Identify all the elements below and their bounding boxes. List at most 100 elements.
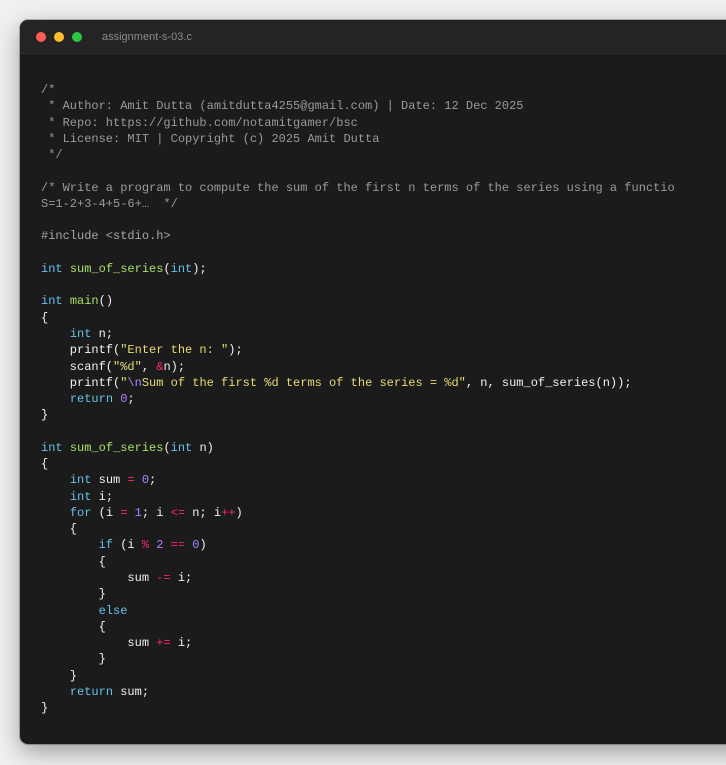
code-token: int <box>69 473 92 488</box>
code-line: int sum_of_series(int n) <box>41 440 726 456</box>
code-token: ++ <box>221 505 236 520</box>
code-line: * Repo: https://github.com/notamitgamer/… <box>41 115 726 131</box>
code-line: else <box>41 603 726 619</box>
code-line: sum += i; <box>41 635 726 651</box>
code-token: sum <box>41 636 157 651</box>
window-title: assignment-s-03.c <box>102 30 192 43</box>
code-token: return <box>69 392 114 407</box>
minimize-window-button[interactable] <box>54 31 64 42</box>
code-line: } <box>41 668 726 684</box>
code-token: { <box>41 522 78 537</box>
code-area[interactable]: /* * Author: Amit Dutta (amitdutta4255@g… <box>20 54 726 716</box>
code-line: return sum; <box>41 684 726 700</box>
code-token: { <box>41 554 106 569</box>
code-token: int <box>41 261 63 276</box>
code-token: (i <box>113 538 142 553</box>
code-token: * Repo: https://github.com/notamitgamer/… <box>41 115 358 130</box>
code-line: { <box>41 554 726 570</box>
code-token: "%d" <box>113 359 142 374</box>
code-line: } <box>41 651 726 667</box>
code-line: printf("Enter the n: "); <box>41 342 726 358</box>
code-line: { <box>41 521 726 537</box>
code-token: sum_of_series <box>69 261 164 276</box>
code-token: } <box>41 587 106 602</box>
code-token: int <box>41 294 63 309</box>
code-line: */ <box>41 147 726 163</box>
code-token: scanf( <box>41 359 114 374</box>
code-token: (i <box>91 505 121 520</box>
code-token: sum_of_series <box>69 440 164 455</box>
code-line: { <box>41 310 726 326</box>
code-token: == <box>170 538 186 553</box>
code-token: int <box>69 326 92 341</box>
code-token: i; <box>170 570 193 585</box>
code-token: sum <box>91 473 128 488</box>
code-token: 0 <box>141 473 150 488</box>
code-token: 1 <box>134 505 142 520</box>
code-token: main <box>69 294 99 309</box>
close-window-button[interactable] <box>36 31 46 42</box>
code-token: i; <box>170 636 193 651</box>
code-line: int sum_of_series(int); <box>41 261 726 277</box>
code-token: * License: MIT | Copyright (c) 2025 Amit… <box>41 131 380 146</box>
code-line: /* Write a program to compute the sum of… <box>41 180 726 196</box>
code-token: , n, sum_of_series(n)); <box>465 375 632 390</box>
maximize-window-button[interactable] <box>72 31 82 42</box>
code-line: int n; <box>41 326 726 342</box>
code-line: for (i = 1; i <= n; i++) <box>41 505 726 521</box>
code-token: */ <box>41 148 63 163</box>
code-token: i; <box>91 489 114 504</box>
code-token: sum; <box>113 684 150 699</box>
code-line: int sum = 0; <box>41 472 726 488</box>
code-line: { <box>41 456 726 472</box>
code-line: * Author: Amit Dutta (amitdutta4255@gmai… <box>41 98 726 114</box>
code-token: /* <box>41 83 56 97</box>
code-token: for <box>69 505 92 520</box>
code-token: ) <box>199 538 207 553</box>
code-token: else <box>98 603 128 618</box>
code-token: sum <box>41 570 157 585</box>
code-line: scanf("%d", &n); <box>41 359 726 375</box>
code-token: -= <box>156 570 171 585</box>
code-token: /* Write a program to compute the sum of… <box>41 180 675 195</box>
code-line: printf("\nSum of the first %d terms of t… <box>41 375 726 391</box>
code-token: } <box>41 701 49 716</box>
code-line: { <box>41 619 726 635</box>
code-token: ); <box>228 343 243 358</box>
code-token: = <box>127 473 135 488</box>
code-line: #include <stdio.h> <box>41 228 726 244</box>
title-bar: assignment-s-03.c <box>20 20 726 54</box>
code-token: return <box>69 684 114 699</box>
code-token: * Author: Amit Dutta (amitdutta4255@gmai… <box>41 99 524 114</box>
code-token: int <box>69 489 92 504</box>
code-token: { <box>41 619 106 634</box>
editor-window: assignment-s-03.c /* * Author: Amit Dutt… <box>20 20 726 744</box>
code-token: printf( <box>41 375 121 390</box>
code-token: n; <box>91 326 114 341</box>
code-token: ; i <box>141 505 171 520</box>
code-line: S=1-2+3-4+5-6+… */ <box>41 196 726 212</box>
code-token: n); <box>163 359 186 374</box>
code-token: += <box>156 636 171 651</box>
code-token: { <box>41 310 49 325</box>
code-token: } <box>41 652 106 667</box>
code-token: ; <box>127 392 135 407</box>
code-line: sum -= i; <box>41 570 726 586</box>
code-token: { <box>41 457 49 472</box>
code-line: int main() <box>41 293 726 309</box>
